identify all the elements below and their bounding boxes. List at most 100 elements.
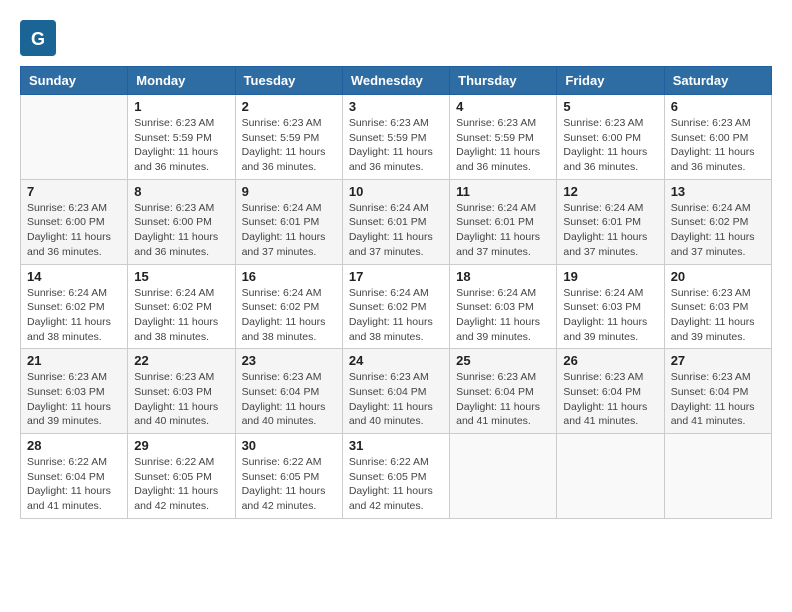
calendar-cell: 9Sunrise: 6:24 AMSunset: 6:01 PMDaylight… <box>235 179 342 264</box>
day-info: Sunrise: 6:23 AMSunset: 6:00 PMDaylight:… <box>27 201 121 260</box>
day-info: Sunrise: 6:24 AMSunset: 6:02 PMDaylight:… <box>27 286 121 345</box>
day-info: Sunrise: 6:24 AMSunset: 6:03 PMDaylight:… <box>563 286 657 345</box>
day-info: Sunrise: 6:24 AMSunset: 6:03 PMDaylight:… <box>456 286 550 345</box>
header: G <box>20 20 772 56</box>
calendar-cell: 20 Sunrise: 6:23 AMSunset: 6:03 PMDayligh… <box>664 264 771 349</box>
day-number: 11 <box>456 184 550 199</box>
day-info: Sunrise: 6:24 AMSunset: 6:02 PMDaylight:… <box>349 286 443 345</box>
header-tuesday: Tuesday <box>235 67 342 95</box>
calendar-cell: 23Sunrise: 6:23 AMSunset: 6:04 PMDayligh… <box>235 349 342 434</box>
day-info: Sunrise: 6:23 AMSunset: 6:03 PMDaylight:… <box>134 370 228 429</box>
day-info: Sunrise: 6:24 AMSunset: 6:01 PMDaylight:… <box>242 201 336 260</box>
header-sunday: Sunday <box>21 67 128 95</box>
day-info: Sunrise: 6:23 AMSunset: 6:00 PMDaylight:… <box>671 116 765 175</box>
day-number: 10 <box>349 184 443 199</box>
calendar-cell: 11 Sunrise: 6:24 AMSunset: 6:01 PMDayligh… <box>450 179 557 264</box>
day-number: 27 <box>671 353 765 368</box>
calendar-cell: 18Sunrise: 6:24 AMSunset: 6:03 PMDayligh… <box>450 264 557 349</box>
day-number: 3 <box>349 99 443 114</box>
day-info: Sunrise: 6:22 AMSunset: 6:05 PMDaylight:… <box>242 455 336 514</box>
calendar-cell: 19 Sunrise: 6:24 AMSunset: 6:03 PMDayligh… <box>557 264 664 349</box>
calendar-cell: 25Sunrise: 6:23 AMSunset: 6:04 PMDayligh… <box>450 349 557 434</box>
calendar-cell: 27Sunrise: 6:23 AMSunset: 6:04 PMDayligh… <box>664 349 771 434</box>
calendar-cell <box>450 434 557 519</box>
day-info: Sunrise: 6:23 AMSunset: 6:03 PMDaylight:… <box>671 286 765 345</box>
day-number: 21 <box>27 353 121 368</box>
calendar-cell: 31 Sunrise: 6:22 AMSunset: 6:05 PMDayligh… <box>342 434 449 519</box>
header-friday: Friday <box>557 67 664 95</box>
week-row-0: 1 Sunrise: 6:23 AMSunset: 5:59 PMDaylight… <box>21 95 772 180</box>
logo: G <box>20 20 60 56</box>
day-number: 28 <box>27 438 121 453</box>
week-row-2: 14 Sunrise: 6:24 AMSunset: 6:02 PMDayligh… <box>21 264 772 349</box>
day-number: 5 <box>563 99 657 114</box>
day-number: 6 <box>671 99 765 114</box>
day-info: Sunrise: 6:24 AMSunset: 6:02 PMDaylight:… <box>242 286 336 345</box>
day-number: 29 <box>134 438 228 453</box>
day-number: 16 <box>242 269 336 284</box>
calendar-cell: 7 Sunrise: 6:23 AMSunset: 6:00 PMDaylight… <box>21 179 128 264</box>
calendar-cell <box>664 434 771 519</box>
day-number: 15 <box>134 269 228 284</box>
calendar-cell <box>21 95 128 180</box>
day-number: 23 <box>242 353 336 368</box>
calendar-cell: 24 Sunrise: 6:23 AMSunset: 6:04 PMDayligh… <box>342 349 449 434</box>
svg-text:G: G <box>31 29 45 49</box>
day-number: 2 <box>242 99 336 114</box>
day-number: 1 <box>134 99 228 114</box>
week-row-4: 28 Sunrise: 6:22 AMSunset: 6:04 PMDayligh… <box>21 434 772 519</box>
calendar-cell: 8 Sunrise: 6:23 AMSunset: 6:00 PMDaylight… <box>128 179 235 264</box>
calendar-header-row: SundayMondayTuesdayWednesdayThursdayFrid… <box>21 67 772 95</box>
calendar-cell: 29Sunrise: 6:22 AMSunset: 6:05 PMDayligh… <box>128 434 235 519</box>
day-number: 8 <box>134 184 228 199</box>
day-number: 24 <box>349 353 443 368</box>
calendar-cell: 10Sunrise: 6:24 AMSunset: 6:01 PMDayligh… <box>342 179 449 264</box>
day-number: 14 <box>27 269 121 284</box>
day-number: 7 <box>27 184 121 199</box>
day-info: Sunrise: 6:23 AMSunset: 5:59 PMDaylight:… <box>349 116 443 175</box>
calendar-cell: 13 Sunrise: 6:24 AMSunset: 6:02 PMDayligh… <box>664 179 771 264</box>
day-number: 19 <box>563 269 657 284</box>
calendar-cell: 30 Sunrise: 6:22 AMSunset: 6:05 PMDayligh… <box>235 434 342 519</box>
day-info: Sunrise: 6:24 AMSunset: 6:02 PMDaylight:… <box>671 201 765 260</box>
header-monday: Monday <box>128 67 235 95</box>
calendar-cell: 22 Sunrise: 6:23 AMSunset: 6:03 PMDayligh… <box>128 349 235 434</box>
day-number: 22 <box>134 353 228 368</box>
week-row-1: 7 Sunrise: 6:23 AMSunset: 6:00 PMDaylight… <box>21 179 772 264</box>
header-saturday: Saturday <box>664 67 771 95</box>
calendar-cell: 3 Sunrise: 6:23 AMSunset: 5:59 PMDaylight… <box>342 95 449 180</box>
logo-icon: G <box>20 20 56 56</box>
day-info: Sunrise: 6:23 AMSunset: 6:00 PMDaylight:… <box>134 201 228 260</box>
day-info: Sunrise: 6:23 AMSunset: 5:59 PMDaylight:… <box>456 116 550 175</box>
day-number: 13 <box>671 184 765 199</box>
day-info: Sunrise: 6:24 AMSunset: 6:01 PMDaylight:… <box>456 201 550 260</box>
day-info: Sunrise: 6:23 AMSunset: 5:59 PMDaylight:… <box>242 116 336 175</box>
calendar-cell: 28 Sunrise: 6:22 AMSunset: 6:04 PMDayligh… <box>21 434 128 519</box>
day-number: 31 <box>349 438 443 453</box>
day-info: Sunrise: 6:23 AMSunset: 6:00 PMDaylight:… <box>563 116 657 175</box>
calendar-cell: 15Sunrise: 6:24 AMSunset: 6:02 PMDayligh… <box>128 264 235 349</box>
calendar-cell: 21Sunrise: 6:23 AMSunset: 6:03 PMDayligh… <box>21 349 128 434</box>
calendar-table: SundayMondayTuesdayWednesdayThursdayFrid… <box>20 66 772 519</box>
calendar-cell: 16 Sunrise: 6:24 AMSunset: 6:02 PMDayligh… <box>235 264 342 349</box>
day-info: Sunrise: 6:22 AMSunset: 6:05 PMDaylight:… <box>349 455 443 514</box>
calendar-cell: 14 Sunrise: 6:24 AMSunset: 6:02 PMDayligh… <box>21 264 128 349</box>
calendar-cell: 12 Sunrise: 6:24 AMSunset: 6:01 PMDayligh… <box>557 179 664 264</box>
day-info: Sunrise: 6:23 AMSunset: 6:04 PMDaylight:… <box>349 370 443 429</box>
day-number: 30 <box>242 438 336 453</box>
day-number: 12 <box>563 184 657 199</box>
calendar-cell: 26 Sunrise: 6:23 AMSunset: 6:04 PMDayligh… <box>557 349 664 434</box>
calendar-cell: 17Sunrise: 6:24 AMSunset: 6:02 PMDayligh… <box>342 264 449 349</box>
calendar-cell: 2 Sunrise: 6:23 AMSunset: 5:59 PMDaylight… <box>235 95 342 180</box>
week-row-3: 21 Sunrise: 6:23 AMSunset: 6:03 PMDayligh… <box>21 349 772 434</box>
day-number: 26 <box>563 353 657 368</box>
header-thursday: Thursday <box>450 67 557 95</box>
day-info: Sunrise: 6:22 AMSunset: 6:04 PMDaylight:… <box>27 455 121 514</box>
day-info: Sunrise: 6:23 AMSunset: 6:04 PMDaylight:… <box>563 370 657 429</box>
day-info: Sunrise: 6:23 AMSunset: 6:04 PMDaylight:… <box>456 370 550 429</box>
day-number: 20 <box>671 269 765 284</box>
day-info: Sunrise: 6:24 AMSunset: 6:01 PMDaylight:… <box>563 201 657 260</box>
day-info: Sunrise: 6:23 AMSunset: 5:59 PMDaylight:… <box>134 116 228 175</box>
calendar-cell: 1 Sunrise: 6:23 AMSunset: 5:59 PMDaylight… <box>128 95 235 180</box>
calendar-cell: 6 Sunrise: 6:23 AMSunset: 6:00 PMDaylight… <box>664 95 771 180</box>
